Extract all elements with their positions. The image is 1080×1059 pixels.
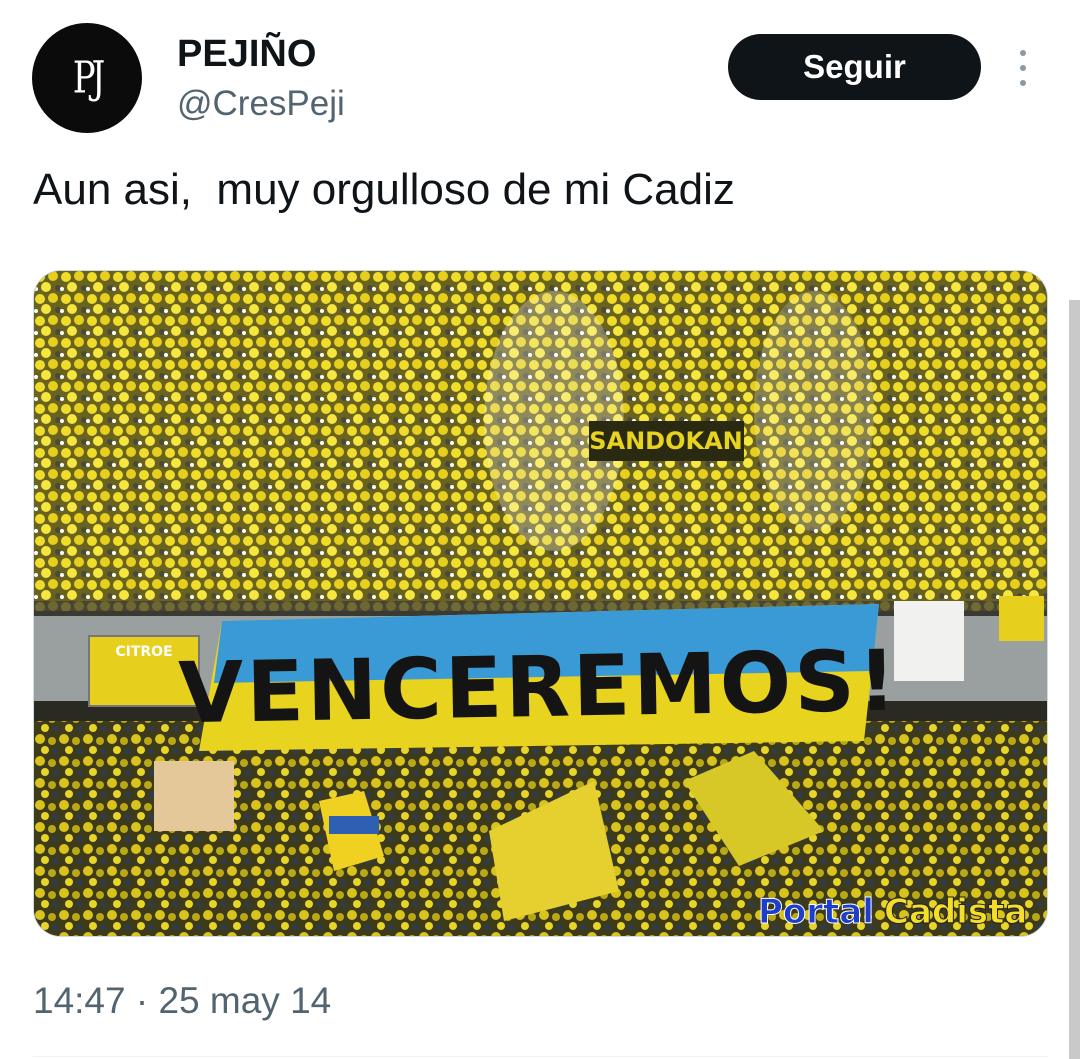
top-banner-text: SANDOKAN <box>589 427 743 455</box>
author-display-name[interactable]: PEJIÑO <box>177 33 316 76</box>
more-dot <box>1020 50 1026 56</box>
more-vertical-icon[interactable] <box>1011 50 1035 86</box>
more-dot <box>1020 65 1026 71</box>
divider <box>33 1056 1048 1057</box>
watermark-portal: Portal <box>758 892 874 932</box>
watermark-cadista: Cadista <box>884 892 1027 932</box>
stadium-crowd-photo: SANDOKAN CITROE VENCEREMOS! Portal Cadis… <box>34 271 1047 936</box>
avatar[interactable]: PJ <box>32 23 142 133</box>
tweet-timestamp[interactable]: 14:47 · 25 may 14 <box>33 980 331 1022</box>
tweet-card: PJ PEJIÑO @CresPeji Seguir Aun asi, muy … <box>0 0 1080 1059</box>
follow-button[interactable]: Seguir <box>728 34 981 100</box>
main-banner-text: VENCEREMOS! <box>178 632 900 743</box>
scrollbar[interactable] <box>1069 300 1080 1059</box>
more-dot <box>1020 80 1026 86</box>
sign-text: CITROE <box>115 644 172 660</box>
avatar-monogram: PJ <box>72 52 105 104</box>
tweet-photo[interactable]: SANDOKAN CITROE VENCEREMOS! Portal Cadis… <box>33 270 1048 937</box>
author-handle[interactable]: @CresPeji <box>177 84 345 124</box>
tweet-text: Aun asi, muy orgulloso de mi Cadiz <box>33 165 735 214</box>
